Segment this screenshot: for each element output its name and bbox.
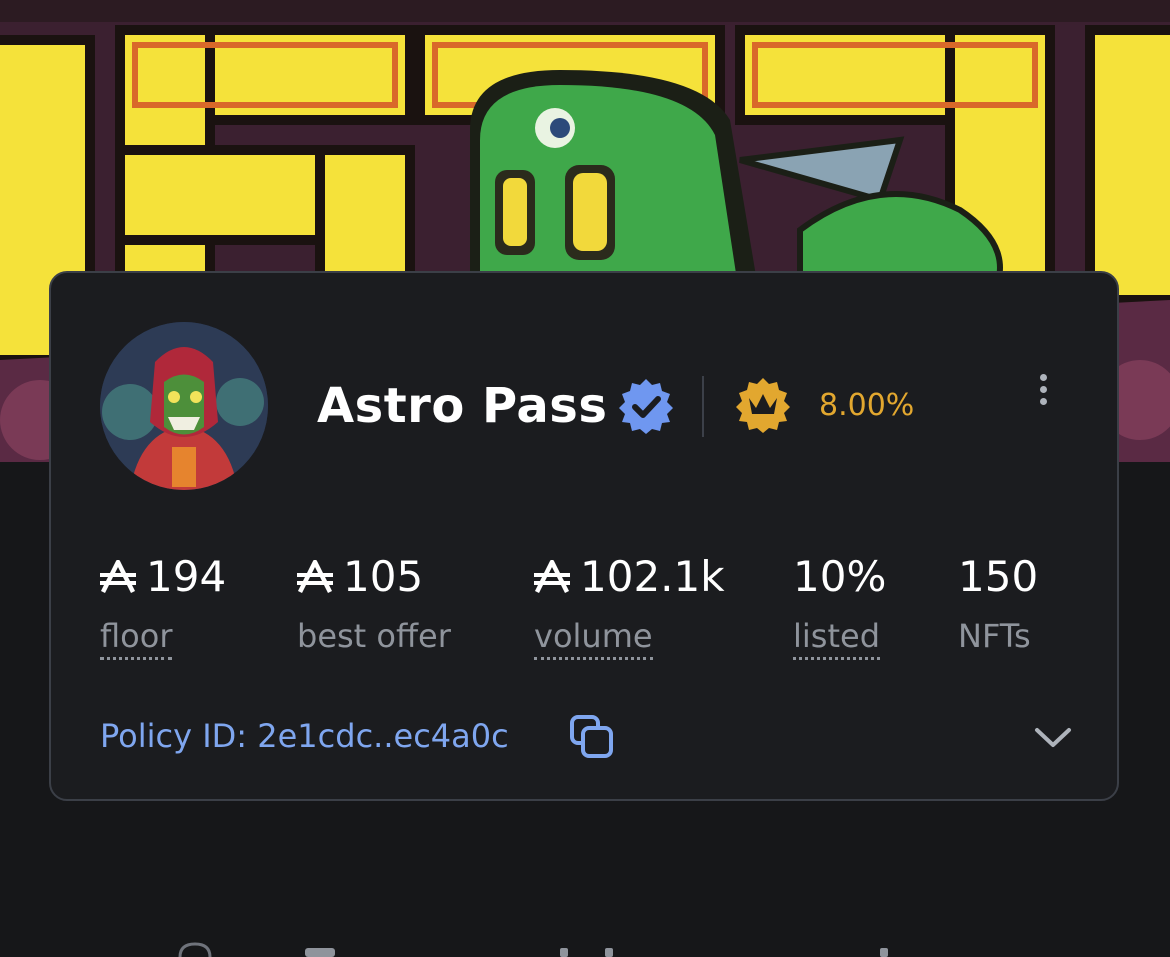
verified-badge-icon <box>619 379 673 434</box>
collection-page: Astro Pass 8.00% 194 floor 105 best offe… <box>0 0 1170 957</box>
stat-nfts-value: 150 <box>958 552 1039 601</box>
stat-best-offer-value: 105 <box>343 552 424 601</box>
chevron-down-icon[interactable] <box>1031 720 1075 756</box>
collection-card: Astro Pass 8.00% 194 floor 105 best offe… <box>49 271 1119 801</box>
ada-icon <box>297 560 333 594</box>
ada-icon <box>534 560 570 594</box>
stat-listed-label[interactable]: listed <box>793 617 880 660</box>
stat-listed: 10% listed <box>793 553 886 660</box>
policy-id[interactable]: Policy ID: 2e1cdc..ec4a0c <box>100 716 509 756</box>
more-vertical-icon <box>1039 373 1047 381</box>
stat-best-offer-label: best offer <box>297 617 451 655</box>
header-divider <box>702 376 704 437</box>
stat-volume-value: 102.1k <box>580 552 725 601</box>
stat-floor: 194 floor <box>100 553 226 660</box>
stat-nfts: 150 NFTs <box>958 552 1039 656</box>
collection-avatar <box>100 322 268 490</box>
bottom-partial-row <box>178 942 888 957</box>
royalty-percentage: 8.00% <box>819 388 915 423</box>
stat-nfts-label: NFTs <box>958 617 1031 655</box>
more-options-button[interactable] <box>1023 369 1063 409</box>
stat-volume-label[interactable]: volume <box>534 617 653 660</box>
collection-name: Astro Pass <box>317 378 608 434</box>
stat-best-offer: 105 best offer <box>297 553 451 655</box>
avatar-image <box>100 322 268 490</box>
stat-floor-label[interactable]: floor <box>100 617 173 660</box>
ada-icon <box>100 560 136 594</box>
copy-icon[interactable] <box>568 713 616 761</box>
stat-listed-value: 10% <box>793 552 887 601</box>
crown-badge-icon[interactable] <box>734 376 792 434</box>
stat-floor-value: 194 <box>146 552 227 601</box>
stat-volume: 102.1k volume <box>534 553 725 660</box>
